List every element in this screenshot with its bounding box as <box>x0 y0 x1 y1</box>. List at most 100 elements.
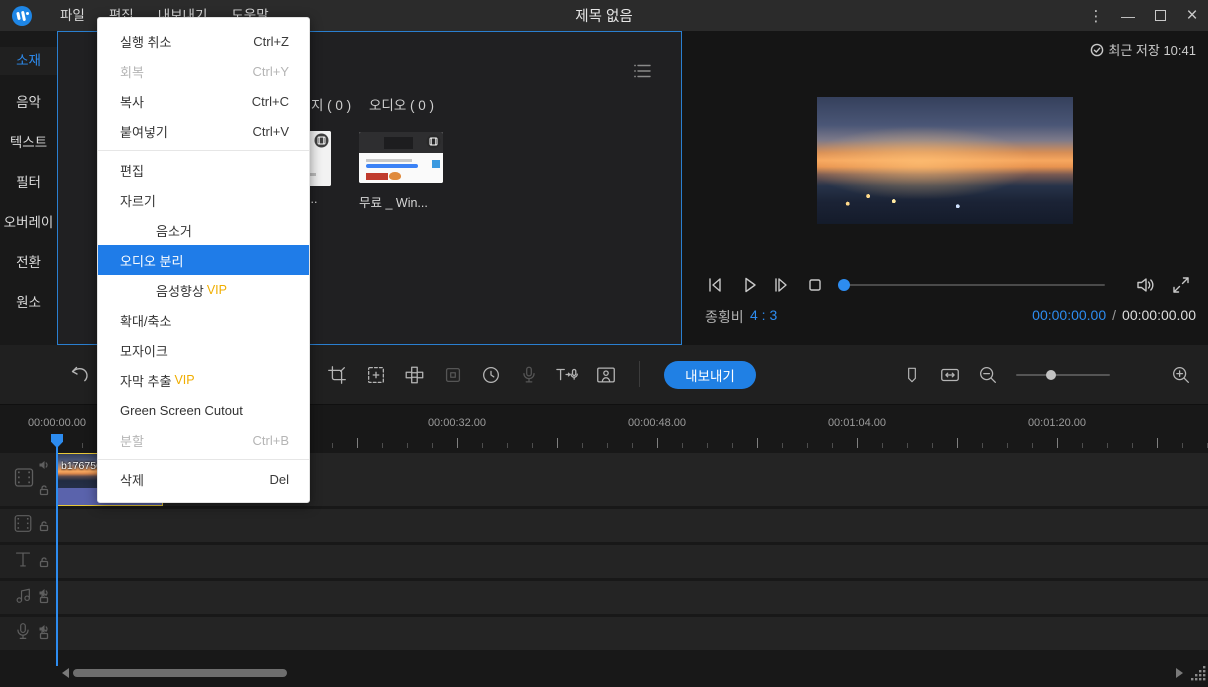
seek-handle[interactable] <box>838 279 850 291</box>
aspect-ratio-value[interactable]: 4 : 3 <box>750 307 777 323</box>
voiceover-track <box>0 617 1208 650</box>
tab-audio-count[interactable]: 오디오 ( 0 ) <box>369 94 434 114</box>
preview-info-row: 종횡비 4 : 3 00:00:00.00/00:00:00.00 <box>682 307 1208 329</box>
resize-grip[interactable] <box>1191 666 1206 686</box>
text-icon <box>12 548 34 575</box>
ctx-green-screen[interactable]: Green Screen Cutout <box>98 395 309 425</box>
scroll-right-arrow[interactable] <box>1176 668 1183 678</box>
sidebar-item-text[interactable]: 텍스트 <box>0 129 57 157</box>
video-preview <box>817 97 1073 224</box>
minimize-button[interactable]: — <box>1112 0 1144 31</box>
zoom-in-icon[interactable] <box>1168 362 1194 388</box>
tab-image-count[interactable]: 지 ( 0 ) <box>311 94 351 114</box>
pip-track-header <box>0 509 57 542</box>
text-track <box>0 545 1208 578</box>
play-button[interactable] <box>736 272 762 298</box>
marker-icon[interactable] <box>899 362 925 388</box>
sidebar-item-music[interactable]: 음악 <box>0 89 57 117</box>
ctx-subtitle-extract[interactable]: 자막 추출VIP <box>98 365 309 395</box>
previous-frame-button[interactable] <box>702 272 728 298</box>
ruler-label: 00:00:48.00 <box>628 417 686 429</box>
sidebar-item-transition[interactable]: 전환 <box>0 249 57 277</box>
total-time: 00:00:00.00 <box>1122 307 1196 323</box>
video-track-header <box>0 453 57 506</box>
ctx-undo[interactable]: 실행 취소 Ctrl+Z <box>98 26 309 56</box>
music-note-icon <box>12 584 34 611</box>
ctx-delete[interactable]: 삭제 Del <box>98 464 309 494</box>
ruler-label: 00:00:00.00 <box>28 417 86 429</box>
film-icon <box>12 512 34 539</box>
ctx-split: 분할 Ctrl+B <box>98 425 309 455</box>
track-lock-icon[interactable] <box>38 591 50 609</box>
timecode-display: 00:00:00.00/00:00:00.00 <box>1032 307 1196 323</box>
ctx-crop[interactable]: 자르기 <box>98 185 309 215</box>
voiceover-track-lane[interactable] <box>57 617 1208 650</box>
saved-check-icon <box>1090 43 1104 57</box>
sidebar-item-overlay[interactable]: 오버레이 <box>0 209 57 237</box>
ctx-zoom[interactable]: 확대/축소 <box>98 305 309 335</box>
volume-icon[interactable] <box>1132 272 1158 298</box>
ctx-copy[interactable]: 복사 Ctrl+C <box>98 86 309 116</box>
film-icon <box>12 465 36 494</box>
stop-button[interactable] <box>802 272 828 298</box>
media-thumbnail[interactable] <box>359 132 443 183</box>
seek-slider[interactable] <box>840 284 1105 286</box>
track-lock-icon[interactable] <box>38 483 50 501</box>
sidebar-item-filter[interactable]: 필터 <box>0 169 57 197</box>
ctx-audio-detach[interactable]: 오디오 분리 <box>98 245 309 275</box>
sidebar-item-element[interactable]: 원소 <box>0 289 57 317</box>
text-track-lane[interactable] <box>57 545 1208 578</box>
cutout-portrait-icon[interactable] <box>593 362 619 388</box>
track-mute-icon[interactable] <box>38 458 50 476</box>
crop-icon[interactable] <box>324 362 350 388</box>
track-lock-icon[interactable] <box>38 519 50 537</box>
text-to-speech-icon[interactable] <box>554 362 580 388</box>
list-view-icon[interactable] <box>633 62 653 85</box>
window-controls: ⋮ — × <box>1080 0 1208 31</box>
mosaic-icon[interactable] <box>401 362 427 388</box>
pip-track <box>0 509 1208 542</box>
ctx-edit[interactable]: 편집 <box>98 155 309 185</box>
playback-controls <box>682 270 1208 300</box>
freeze-frame-icon[interactable] <box>440 362 466 388</box>
media-item-label: 무료 _ Win... <box>359 192 428 211</box>
music-track-lane[interactable] <box>57 581 1208 614</box>
ruler-label: 00:01:20.00 <box>1028 417 1086 429</box>
ctx-voice-enhance[interactable]: 음성향상VIP <box>98 275 309 305</box>
speed-clock-icon[interactable] <box>478 362 504 388</box>
sidebar-item-media[interactable]: 소재 <box>0 47 57 75</box>
menu-separator <box>98 459 309 460</box>
track-lock-icon[interactable] <box>38 555 50 573</box>
more-options-icon[interactable]: ⋮ <box>1080 0 1112 31</box>
ctx-redo: 회복 Ctrl+Y <box>98 56 309 86</box>
ruler-label: 00:01:04.00 <box>828 417 886 429</box>
close-button[interactable]: × <box>1176 0 1208 31</box>
scale-icon[interactable] <box>363 362 389 388</box>
current-time: 00:00:00.00 <box>1032 307 1106 323</box>
pip-track-lane[interactable] <box>57 509 1208 542</box>
text-track-header <box>0 545 57 578</box>
fit-timeline-icon[interactable] <box>937 362 963 388</box>
vip-badge: VIP <box>174 373 194 387</box>
scroll-left-arrow[interactable] <box>62 668 69 678</box>
voiceover-track-header <box>0 617 57 650</box>
undo-icon[interactable] <box>67 362 93 388</box>
zoom-slider-handle[interactable] <box>1046 370 1056 380</box>
video-editor-window: 파일 편집 내보내기 도움말 제목 없음 ⋮ — × 소재 음악 텍스트 필터 … <box>0 0 1208 687</box>
maximize-icon <box>1155 10 1166 21</box>
maximize-button[interactable] <box>1144 0 1176 31</box>
export-button[interactable]: 내보내기 <box>664 361 756 389</box>
ctx-mosaic[interactable]: 모자이크 <box>98 335 309 365</box>
timeline-zoom-slider[interactable] <box>1016 374 1110 376</box>
ctx-paste[interactable]: 붙여넣기 Ctrl+V <box>98 116 309 146</box>
horizontal-scrollbar[interactable] <box>73 669 287 677</box>
track-lock-icon[interactable] <box>38 627 50 645</box>
menu-file[interactable]: 파일 <box>48 0 97 31</box>
context-menu: 실행 취소 Ctrl+Z 회복 Ctrl+Y 복사 Ctrl+C 붙여넣기 Ct… <box>97 17 310 503</box>
ctx-mute[interactable]: 음소거 <box>98 215 309 245</box>
save-status: 최근 저장 10:41 <box>1090 40 1196 59</box>
record-voiceover-icon[interactable] <box>516 362 542 388</box>
zoom-out-icon[interactable] <box>975 362 1001 388</box>
next-frame-button[interactable] <box>768 272 794 298</box>
fullscreen-icon[interactable] <box>1168 272 1194 298</box>
